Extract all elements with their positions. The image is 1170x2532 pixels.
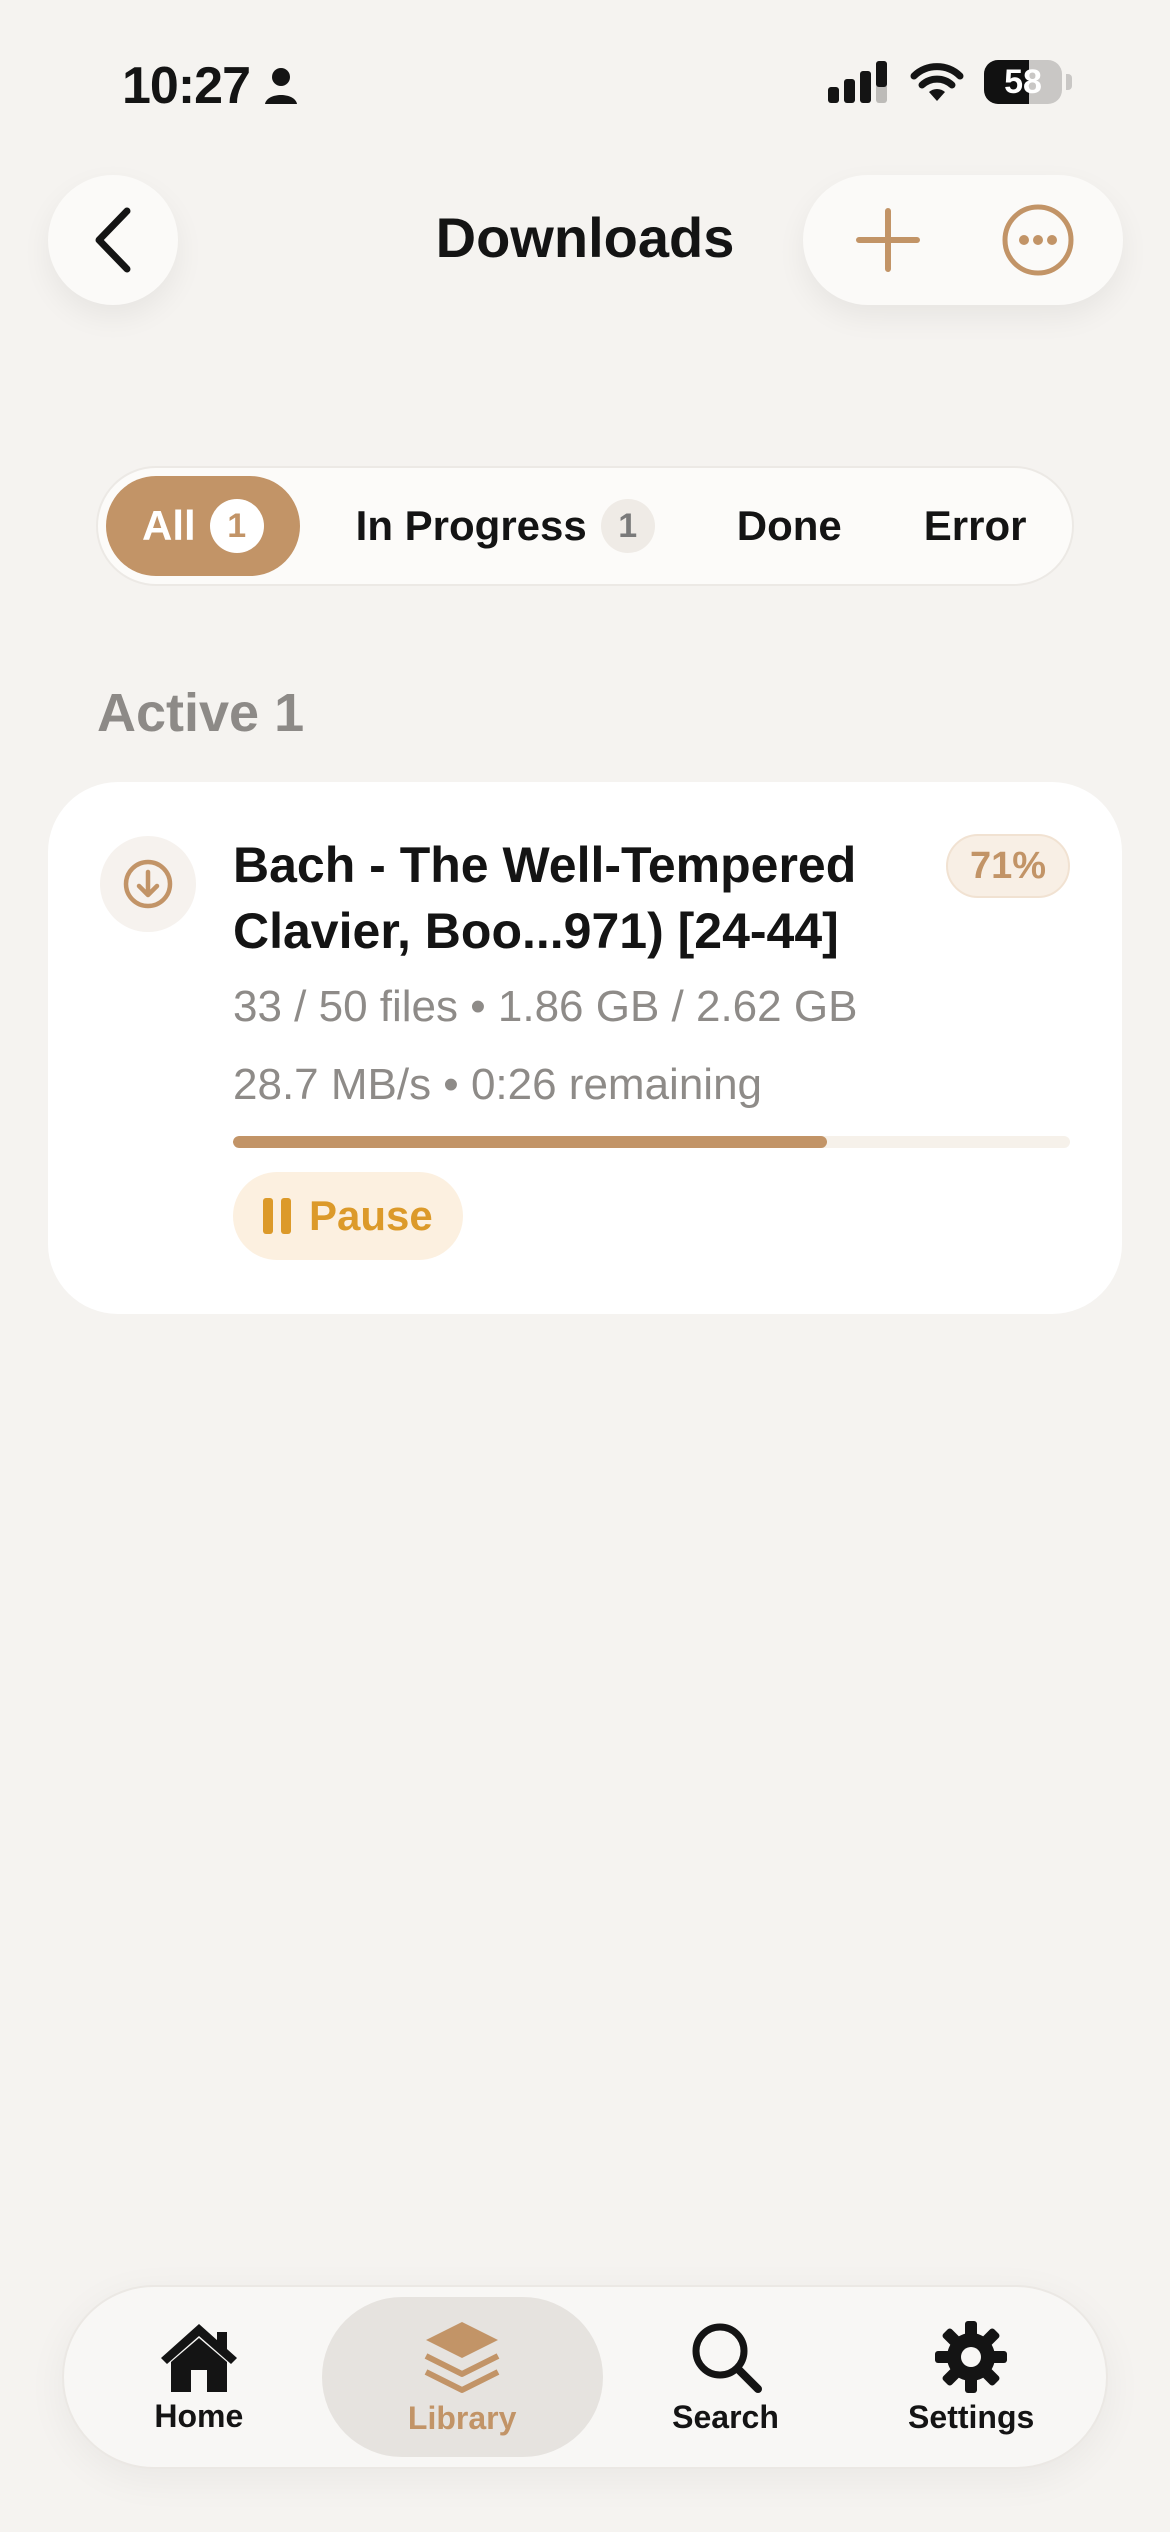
download-title: Bach - The Well-Tempered Clavier, Boo...… [233, 837, 857, 959]
tabbar-item-library[interactable]: Library [321, 2297, 603, 2457]
bottom-tab-bar: Home Library Search Settings [62, 2285, 1108, 2469]
header-actions [803, 175, 1123, 305]
wifi-icon [910, 63, 964, 101]
pause-icon [263, 1198, 291, 1234]
downloads-screen: 10:27 58 Downloads All 1 In Progress 1 D… [0, 0, 1170, 2532]
search-icon [692, 2323, 762, 2393]
progress-bar-fill [233, 1136, 828, 1148]
cellular-signal-icon [828, 61, 887, 103]
download-status-icon [100, 836, 196, 932]
gear-icon [935, 2320, 1008, 2393]
tabbar-item-home[interactable]: Home [76, 2297, 322, 2457]
status-time: 10:27 [122, 56, 298, 116]
tabbar-item-settings[interactable]: Settings [848, 2297, 1094, 2457]
battery-indicator: 58 [984, 60, 1062, 104]
tab-error[interactable]: Error [888, 476, 1063, 576]
files-size-info: 33 / 50 files • 1.86 GB / 2.62 GB [233, 982, 858, 1031]
add-button[interactable] [833, 185, 943, 295]
person-icon [265, 68, 297, 104]
progress-bar [233, 1136, 1070, 1148]
tab-done[interactable]: Done [701, 476, 878, 576]
section-title: Active 1 [97, 683, 305, 743]
count-badge: 1 [209, 499, 264, 553]
speed-eta-info: 28.7 MB/s • 0:26 remaining [233, 1060, 763, 1109]
progress-percent-badge: 71% [945, 834, 1070, 898]
tab-all[interactable]: All 1 [106, 476, 300, 576]
filter-tabs: All 1 In Progress 1 Done Error [96, 466, 1074, 586]
home-icon [160, 2323, 237, 2392]
download-circle-icon [123, 859, 173, 909]
plus-icon [856, 208, 920, 272]
tabbar-item-search[interactable]: Search [603, 2297, 849, 2457]
more-ellipsis-icon [1002, 204, 1074, 276]
tab-in-progress[interactable]: In Progress 1 [320, 476, 691, 576]
pause-button[interactable]: Pause [233, 1172, 463, 1260]
download-item-card[interactable]: Bach - The Well-Tempered Clavier, Boo...… [48, 782, 1122, 1314]
library-icon [424, 2321, 500, 2393]
count-badge: 1 [600, 499, 655, 553]
status-indicators: 58 [828, 60, 1072, 104]
more-button[interactable] [983, 185, 1093, 295]
